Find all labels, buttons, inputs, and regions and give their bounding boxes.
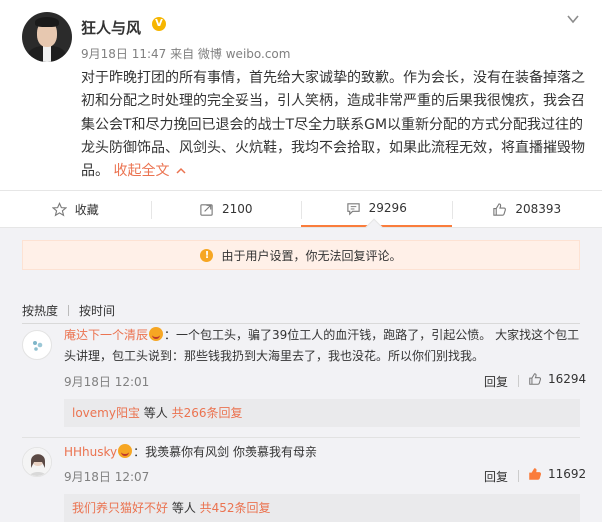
comment-icon — [346, 202, 360, 215]
collapse-link[interactable]: 收起全文 — [113, 163, 186, 179]
comment-sort: 按热度 按时间 — [22, 302, 115, 319]
sub-reply-user[interactable]: lovemy阳宝 — [72, 406, 140, 420]
comment-avatar[interactable] — [22, 447, 52, 477]
commenter-name[interactable]: HHhusky — [64, 445, 117, 459]
sub-reply-user[interactable]: 我们养只猫好不好 — [72, 501, 168, 515]
comment-like-count: 11692 — [548, 467, 587, 481]
reply-button[interactable]: 回复 — [484, 373, 508, 390]
sub-reply-mid: 等人 — [139, 406, 172, 420]
comment-time: 9月18日 12:07 — [64, 470, 150, 484]
reply-button[interactable]: 回复 — [484, 468, 508, 485]
author-name[interactable]: 狂人与风 — [81, 17, 141, 38]
warning-icon: ! — [200, 248, 214, 262]
emoji-icon — [149, 327, 164, 341]
comment-avatar[interactable] — [22, 330, 52, 360]
girl-avatar-icon — [23, 448, 51, 476]
comment-section: ! 由于用户设置，你无法回复评论。 按热度 按时间 庵达下一个清辰 ：一个包工头，… — [0, 218, 602, 522]
action-divider — [518, 375, 519, 387]
like-button[interactable]: 208393 — [451, 191, 602, 227]
sort-by-time[interactable]: 按时间 — [79, 302, 115, 319]
chevron-down-icon[interactable] — [566, 12, 580, 26]
repost-count: 2100 — [221, 202, 253, 216]
post-meta: 9月18日 11:47 来自 微博 weibo.com — [81, 47, 291, 61]
comment-body: 庵达下一个清辰 ：一个包工头，骗了39位工人的血汗钱，跑路了，引起公愤。 大家找这… — [64, 325, 584, 367]
emoji-icon — [118, 444, 133, 458]
author-avatar[interactable] — [22, 12, 72, 62]
repost-icon — [200, 203, 213, 216]
thumbs-up-icon — [493, 202, 507, 216]
cloud-avatar-icon — [33, 341, 43, 351]
comment-like-button[interactable]: 11692 — [528, 467, 586, 481]
comment-text: ：我羡慕你有风剑 你羡慕我有母亲 — [133, 445, 317, 459]
comment-like-button[interactable]: 16294 — [528, 372, 586, 386]
sort-divider — [68, 305, 70, 316]
thumbs-up-icon — [529, 468, 542, 480]
thumbs-up-icon — [529, 373, 542, 385]
sort-by-hot[interactable]: 按热度 — [22, 302, 58, 319]
favorite-label: 收藏 — [74, 202, 99, 217]
like-count: 208393 — [515, 202, 562, 216]
post-action-bar: 收藏 2100 29296 208393 — [0, 190, 602, 228]
notice-text: 由于用户设置，你无法回复评论。 — [221, 248, 402, 263]
commenter-name[interactable]: 庵达下一个清辰 — [64, 328, 148, 342]
sub-reply-mid: 等人 — [168, 501, 200, 515]
repost-button[interactable]: 2100 — [150, 191, 302, 227]
action-divider — [518, 470, 519, 482]
comment-time: 9月18日 12:01 — [64, 375, 150, 389]
sub-replies-link[interactable]: 我们养只猫好不好 等人 共452条回复 — [64, 494, 580, 522]
comment-count: 29296 — [368, 201, 407, 215]
comment-like-count: 16294 — [548, 372, 587, 386]
chevron-up-icon — [176, 168, 186, 174]
comment-body: HHhusky ：我羡慕你有风剑 你羡慕我有母亲 — [64, 442, 584, 463]
weibo-post: 狂人与风 V 9月18日 11:47 来自 微博 weibo.com 对于昨晚打… — [0, 0, 602, 190]
post-text: 对于昨晚打团的所有事情，首先给大家诚挚的致歉。作为会长，没有在装备掉落之初和分配… — [81, 67, 586, 183]
comment-divider — [22, 437, 580, 438]
sort-underline — [22, 323, 580, 324]
sub-reply-count[interactable]: 共452条回复 — [200, 501, 271, 515]
verified-badge-icon: V — [152, 17, 166, 31]
favorite-button[interactable]: 收藏 — [0, 191, 151, 227]
sub-reply-count[interactable]: 共266条回复 — [172, 406, 243, 420]
sub-replies-link[interactable]: lovemy阳宝 等人 共266条回复 — [64, 399, 580, 427]
star-icon — [51, 201, 67, 216]
reply-disabled-notice: ! 由于用户设置，你无法回复评论。 — [22, 240, 580, 270]
